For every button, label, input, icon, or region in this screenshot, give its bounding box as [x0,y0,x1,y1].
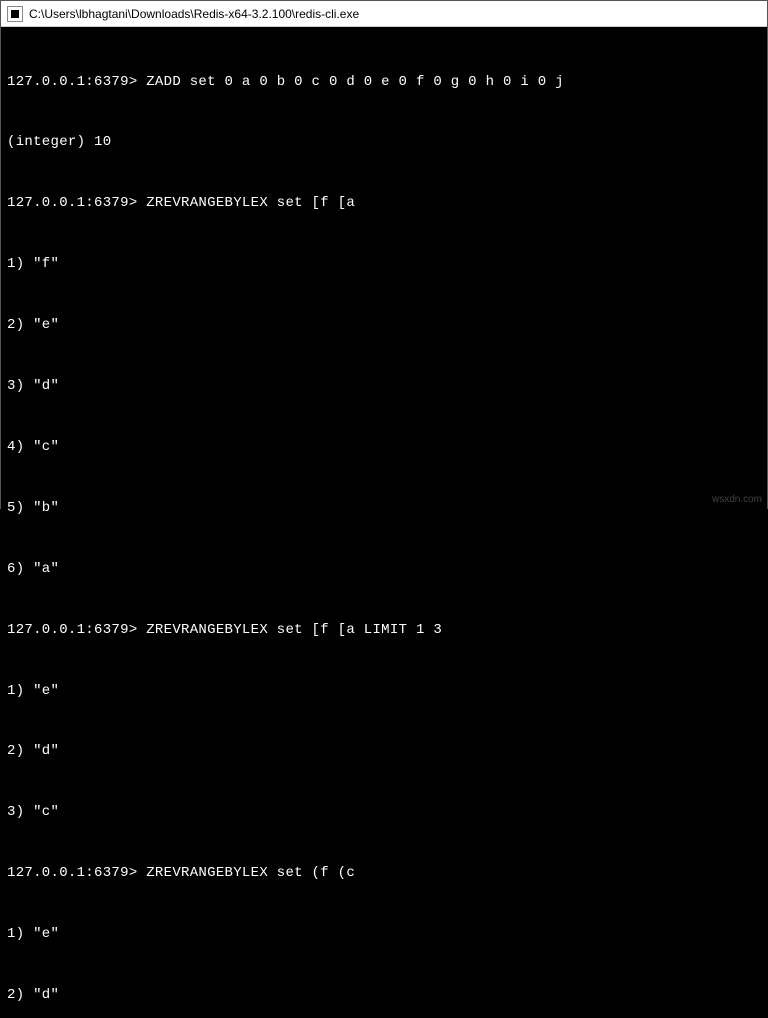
terminal-line: 127.0.0.1:6379> ZADD set 0 a 0 b 0 c 0 d… [7,72,761,92]
terminal-line: 2) "e" [7,315,761,335]
terminal-line: 3) "c" [7,802,761,822]
terminal-line: 3) "d" [7,376,761,396]
app-icon [7,6,23,22]
terminal-line: 127.0.0.1:6379> ZREVRANGEBYLEX set (f (c [7,863,761,883]
watermark: wsxdn.com [712,494,762,505]
window-titlebar: C:\Users\lbhagtani\Downloads\Redis-x64-3… [1,1,767,27]
terminal-line: 5) "b" [7,498,761,518]
terminal-line: 4) "c" [7,437,761,457]
terminal-line: (integer) 10 [7,132,761,152]
terminal-line: 6) "a" [7,559,761,579]
terminal-line: 1) "e" [7,924,761,944]
window-title: C:\Users\lbhagtani\Downloads\Redis-x64-3… [29,7,359,21]
terminal-line: 2) "d" [7,985,761,1005]
terminal-line: 1) "e" [7,681,761,701]
terminal-line: 1) "f" [7,254,761,274]
terminal-output[interactable]: 127.0.0.1:6379> ZADD set 0 a 0 b 0 c 0 d… [1,27,767,1018]
terminal-line: 127.0.0.1:6379> ZREVRANGEBYLEX set [f [a [7,193,761,213]
terminal-line: 2) "d" [7,741,761,761]
terminal-line: 127.0.0.1:6379> ZREVRANGEBYLEX set [f [a… [7,620,761,640]
